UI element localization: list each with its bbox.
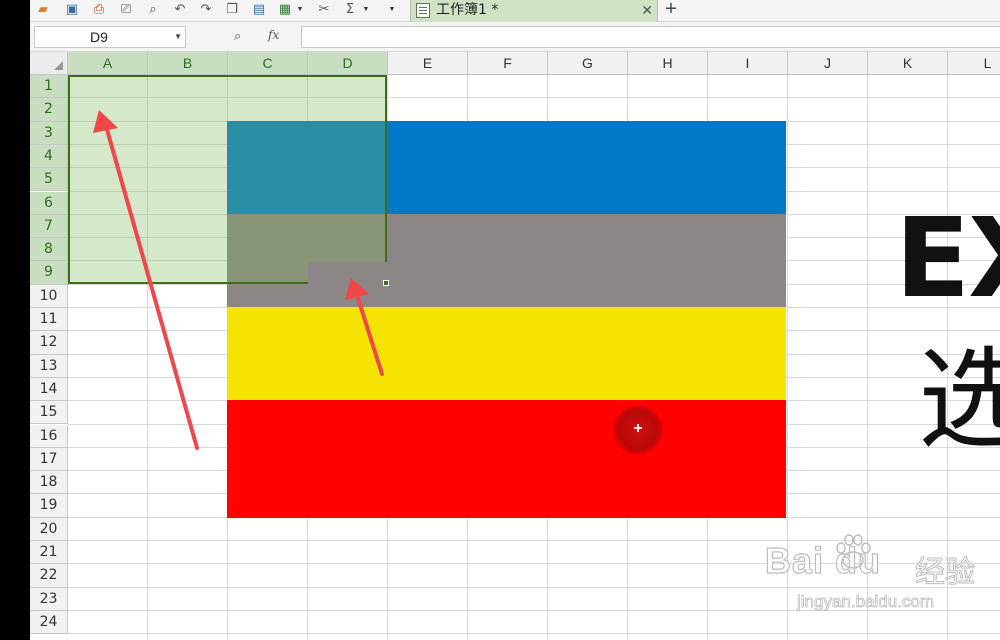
row-header-5[interactable]: 5 [30,168,68,192]
picture-band-yellow [227,307,786,400]
row-header-13[interactable]: 13 [30,354,68,378]
insert-function-icon[interactable]: fx [268,28,279,42]
row-gridline [68,633,1000,635]
column-header-l[interactable]: L [948,52,1000,75]
row-header-14[interactable]: 14 [30,377,68,402]
fill-dropdown-icon[interactable]: ▼ [296,4,304,16]
row-header-18[interactable]: 18 [30,471,68,495]
column-header-j[interactable]: J [788,52,868,75]
row-header-4[interactable]: 4 [30,144,68,169]
overlay-title-text: EX [895,194,1000,322]
picture-band-red [227,400,786,518]
undo-icon[interactable]: ↶ [171,2,189,18]
copy-icon[interactable]: ❐ [223,2,241,18]
print-icon[interactable]: ⎚ [117,2,135,18]
row-header-8[interactable]: 8 [30,238,68,262]
quick-access-toolbar: ▰ ▣ ⎙ ⎚ ⌕ ↶ ↷ ❐ ▤ ▦ ▼ ✂ Σ ▼ ▼ 工作簿1 * ✕ + [30,0,1000,22]
row-header-6[interactable]: 6 [30,191,68,215]
export-pdf-icon[interactable]: ⎙ [90,2,108,18]
fill-handle[interactable] [383,280,389,286]
zoom-icon[interactable]: ⌕ [234,28,241,44]
row-header-21[interactable]: 21 [30,541,68,565]
active-cell[interactable] [308,262,387,284]
row-header-17[interactable]: 17 [30,447,68,472]
row-header-12[interactable]: 12 [30,331,68,355]
column-header-i[interactable]: I [708,52,788,75]
mouse-cursor-marker: + [613,405,663,455]
row-header-22[interactable]: 22 [30,564,68,588]
save-icon[interactable]: ▣ [63,2,81,18]
more-dropdown-icon[interactable]: ▼ [388,4,396,16]
formula-input[interactable] [301,26,1000,48]
column-header-a[interactable]: A [68,52,148,75]
column-header-d[interactable]: D [308,52,388,75]
column-headers: ABCDEFGHIJKL [68,52,1000,75]
sum-dropdown-icon[interactable]: ▼ [362,4,370,16]
name-box-dropdown-icon[interactable]: ▼ [174,27,182,47]
formula-bar: D9 ▼ ⌕ fx [30,22,1000,52]
name-box-value: D9 [90,29,108,45]
baidu-paw-icon [836,534,871,569]
print-preview-icon[interactable]: ⌕ [144,2,162,18]
row-header-1[interactable]: 1 [30,75,68,99]
row-header-7[interactable]: 7 [30,214,68,239]
column-header-c[interactable]: C [228,52,308,75]
watermark-url: jingyan.baidu.com [797,592,935,612]
spreadsheet-window: ▰ ▣ ⎙ ⎚ ⌕ ↶ ↷ ❐ ▤ ▦ ▼ ✂ Σ ▼ ▼ 工作簿1 * ✕ +… [30,0,1000,640]
column-header-f[interactable]: F [468,52,548,75]
cut-icon[interactable]: ✂ [315,2,333,18]
column-header-g[interactable]: G [548,52,628,75]
row-header-10[interactable]: 10 [30,284,68,308]
row-header-9[interactable]: 9 [30,261,68,285]
paste-icon[interactable]: ▤ [250,2,268,18]
new-tab-button[interactable]: + [662,0,680,19]
close-tab-icon[interactable]: ✕ [641,1,653,19]
row-header-19[interactable]: 19 [30,494,68,518]
column-header-b[interactable]: B [148,52,228,75]
select-all-corner[interactable] [30,52,68,75]
watermark-jingyan: 经验 [915,555,976,591]
column-header-k[interactable]: K [868,52,948,75]
workbook-tab[interactable]: 工作簿1 * ✕ [410,0,658,22]
row-header-11[interactable]: 11 [30,308,68,332]
sum-icon[interactable]: Σ [341,2,359,18]
row-header-20[interactable]: 20 [30,517,68,541]
row-headers: 1 2 3 4 5 6 7 8 9 10 11 12 13 14 15 16 17 18 19 20 21 22 23 24 [30,75,68,640]
row-header-2[interactable]: 2 [30,98,68,122]
row-header-3[interactable]: 3 [30,121,68,145]
cell-selection-range[interactable] [68,75,387,284]
column-header-h[interactable]: H [628,52,708,75]
workbook-tab-title: 工作簿1 * [436,2,499,18]
name-box[interactable]: D9 ▼ [34,26,186,48]
row-header-23[interactable]: 23 [30,587,68,611]
cursor-crosshair-icon: + [633,420,643,437]
column-header-e[interactable]: E [388,52,468,75]
row-header-15[interactable]: 15 [30,401,68,425]
open-folder-icon[interactable]: ▰ [34,2,52,18]
redo-icon[interactable]: ↷ [197,2,215,18]
fill-icon[interactable]: ▦ [276,2,294,18]
baidu-jingyan-watermark: Bai du 经验 jingyan.baidu.com [764,528,995,618]
spreadsheet-file-icon [416,3,430,18]
overlay-subtitle-text: 选 [918,336,1000,464]
row-header-16[interactable]: 16 [30,424,68,448]
row-header-24[interactable]: 24 [30,610,68,635]
